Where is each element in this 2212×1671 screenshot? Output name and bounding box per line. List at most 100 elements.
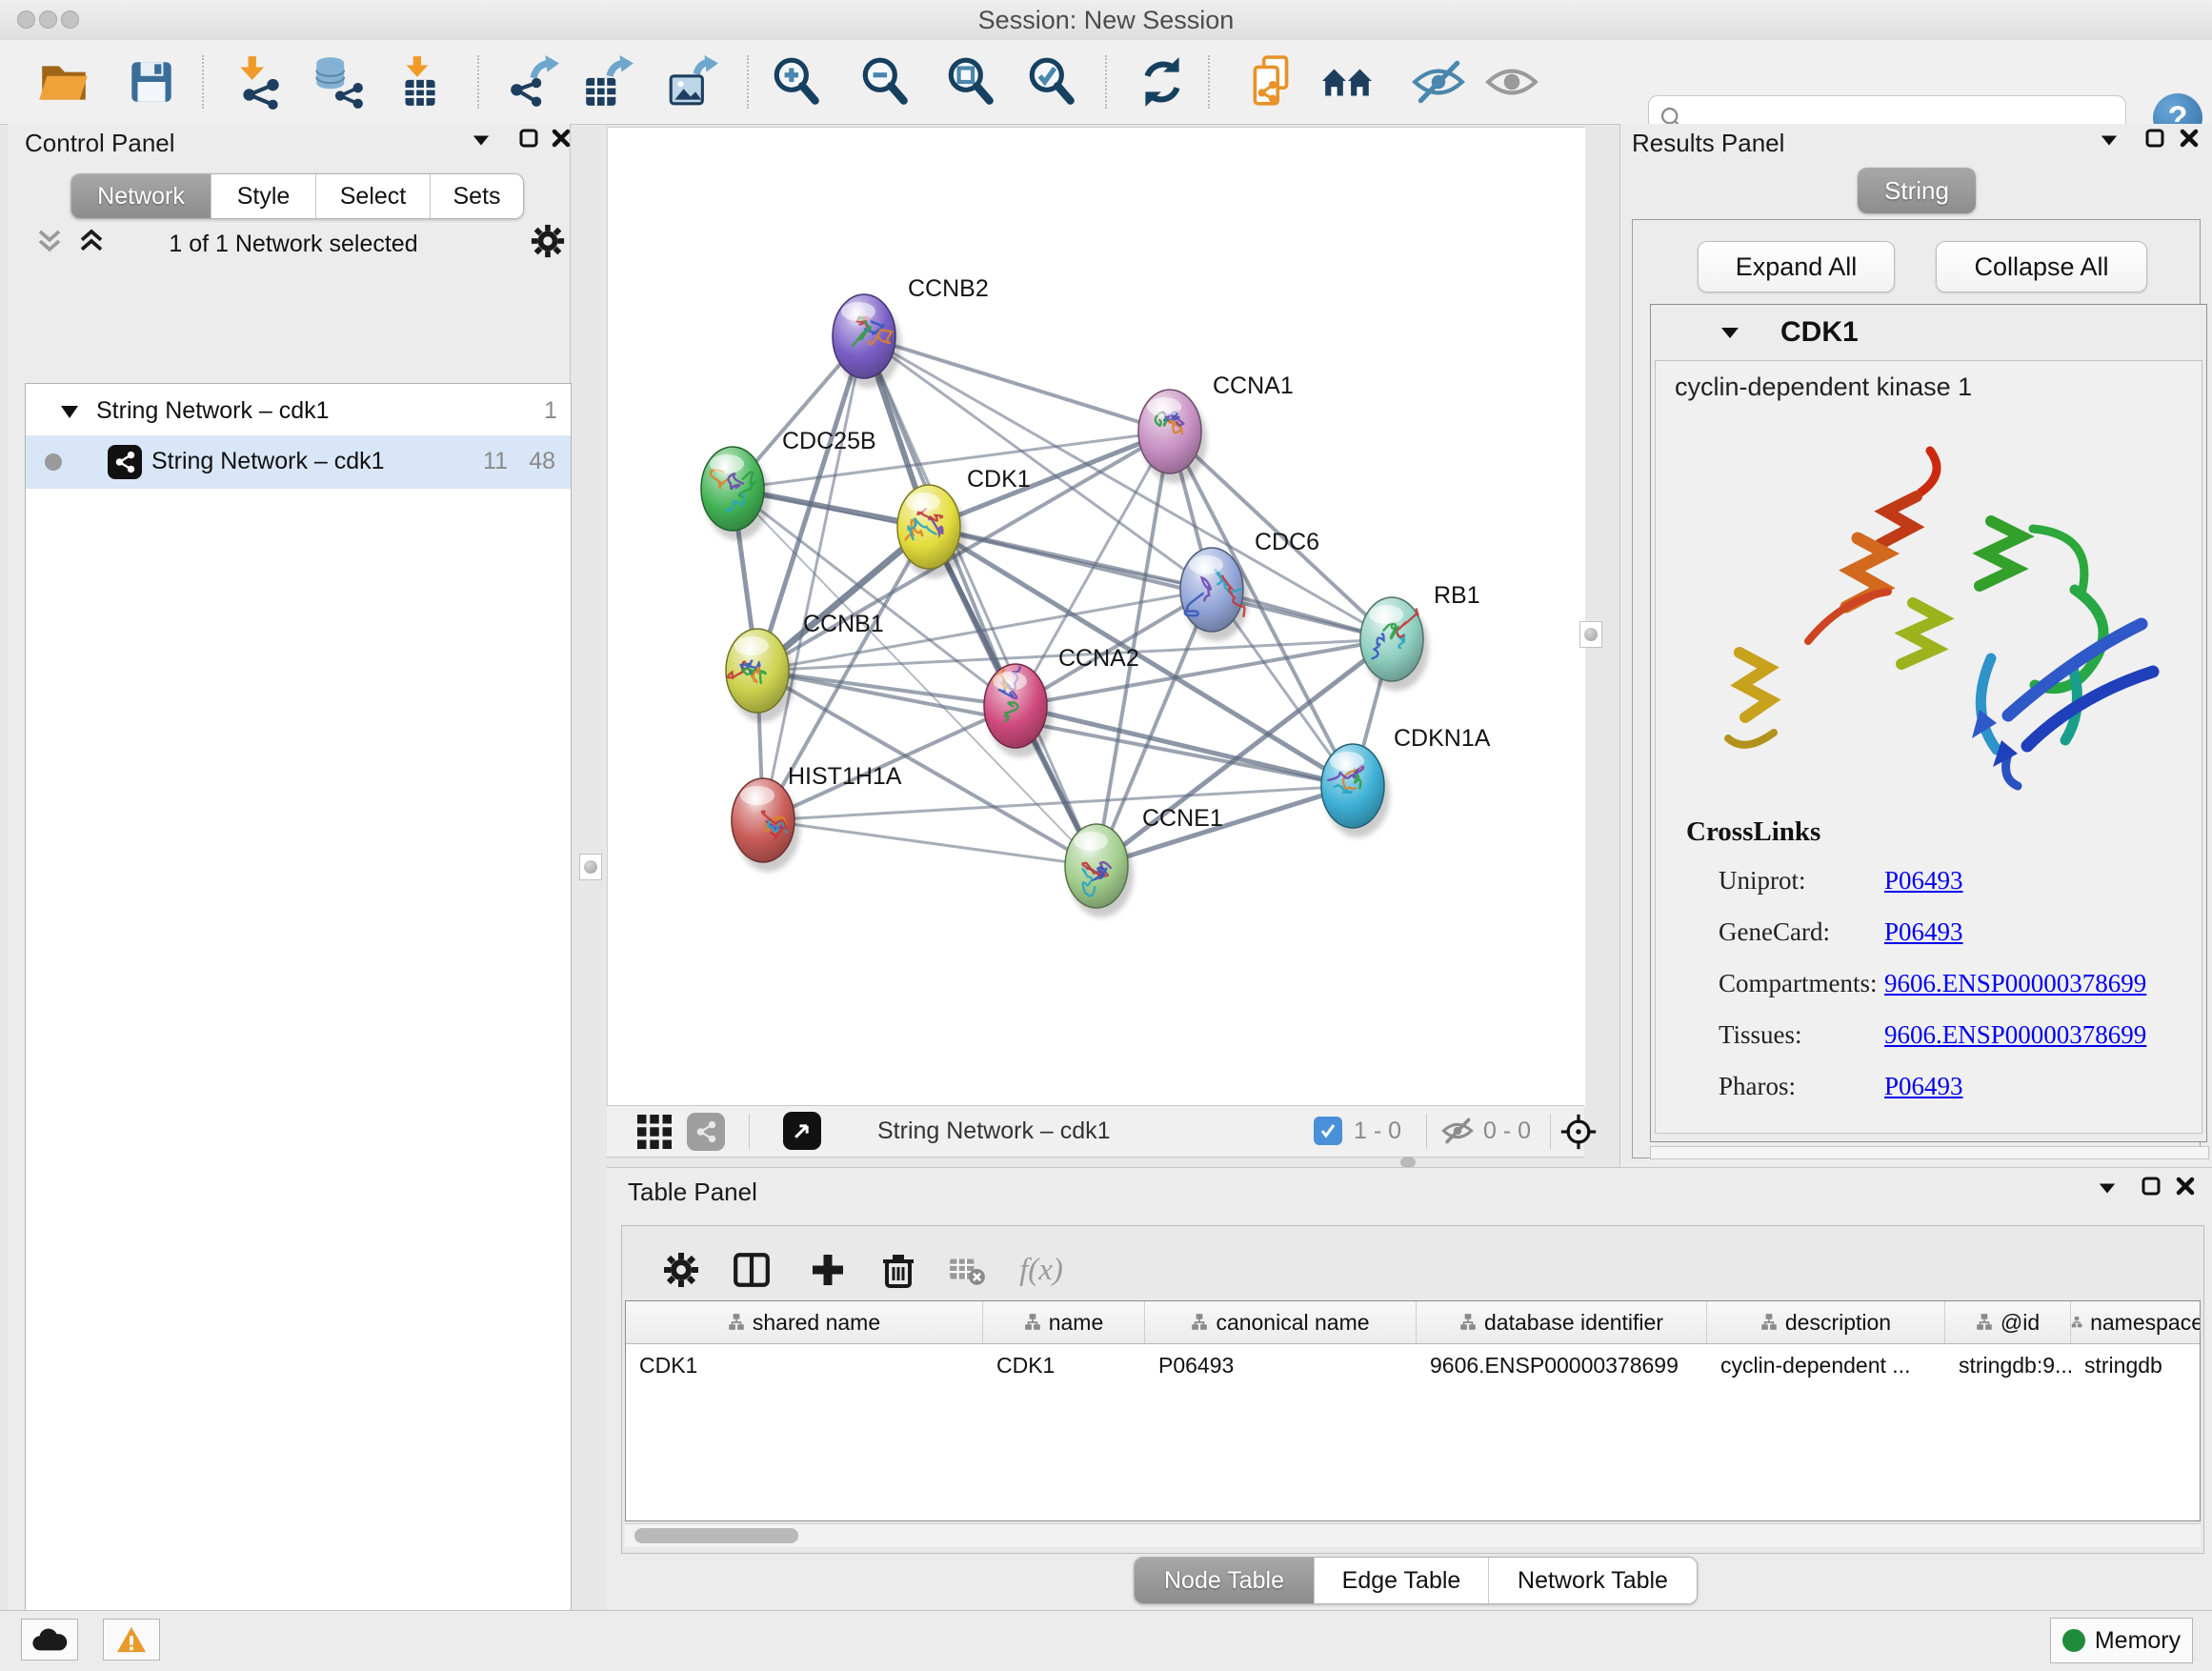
import-table-from-file-button[interactable] — [389, 51, 450, 112]
left-splitter-handle[interactable] — [579, 854, 602, 880]
column-header-canonical-name[interactable]: canonical name — [1145, 1301, 1417, 1343]
refresh-icon — [1135, 54, 1190, 110]
table-cell[interactable]: stringdb — [2071, 1344, 2201, 1387]
column-header--id[interactable]: @id — [1945, 1301, 2071, 1343]
crosslink-value-link[interactable]: P06493 — [1884, 866, 1963, 896]
tab-style[interactable]: Style — [211, 174, 316, 218]
import-network-icon — [232, 54, 288, 110]
table-panel-menu-button[interactable] — [2095, 1176, 2120, 1200]
node-CCNB1[interactable] — [726, 629, 794, 722]
table-cell[interactable]: CDK1 — [626, 1344, 983, 1387]
results-panel-menu-button[interactable] — [2097, 128, 2122, 152]
delete-column-button[interactable] — [875, 1247, 921, 1293]
table-horizontal-scrollbar[interactable] — [625, 1523, 2201, 1547]
table-panel-float-button[interactable] — [2139, 1174, 2163, 1198]
control-panel-float-button[interactable] — [516, 126, 541, 151]
column-header-description[interactable]: description — [1707, 1301, 1945, 1343]
column-header-database-identifier[interactable]: database identifier — [1417, 1301, 1707, 1343]
column-header-namespace[interactable]: namespace — [2071, 1301, 2201, 1343]
cloud-status-button[interactable] — [21, 1619, 78, 1661]
tab-network-table[interactable]: Network Table — [1489, 1558, 1697, 1603]
table-cell[interactable]: CDK1 — [983, 1344, 1145, 1387]
node-RB1[interactable] — [1360, 597, 1429, 691]
function-builder-button[interactable]: f(x) — [1018, 1247, 1064, 1293]
add-column-button[interactable] — [805, 1247, 851, 1293]
tab-network[interactable]: Network — [71, 174, 211, 218]
control-panel-menu-button[interactable] — [469, 128, 493, 152]
protein-card-header[interactable]: CDK1 — [1651, 305, 2206, 360]
save-session-button[interactable] — [121, 51, 182, 112]
network-options-button[interactable] — [530, 223, 566, 264]
column-header-name[interactable]: name — [983, 1301, 1145, 1343]
edge-CCNB2-CCNA1[interactable] — [864, 336, 1170, 432]
expand-all-networks-button[interactable] — [76, 227, 107, 260]
results-horizontal-scrollbar[interactable] — [1650, 1146, 2209, 1159]
crosslink-label: Compartments: — [1719, 969, 1877, 998]
table-settings-button[interactable] — [658, 1247, 704, 1293]
node-CCNB2[interactable] — [833, 294, 901, 388]
table-cell[interactable]: cyclin-dependent ... — [1707, 1344, 1945, 1387]
detach-view-button[interactable] — [783, 1112, 821, 1150]
fit-content-button[interactable] — [940, 51, 1001, 112]
export-image-button[interactable] — [662, 51, 723, 112]
right-splitter-handle[interactable] — [1579, 621, 1602, 648]
scrollbar-thumb[interactable] — [634, 1528, 798, 1543]
manage-columns-button[interactable] — [729, 1247, 774, 1293]
edge-CDC25B-CDC6[interactable] — [733, 489, 1212, 590]
delete-table-button[interactable] — [944, 1247, 990, 1293]
warnings-button[interactable] — [103, 1619, 160, 1661]
zoom-selected-button[interactable] — [1021, 51, 1082, 112]
memory-button[interactable]: Memory — [2050, 1618, 2193, 1663]
results-panel-float-button[interactable] — [2142, 126, 2167, 151]
table-cell[interactable]: P06493 — [1145, 1344, 1417, 1387]
node-CCNE1[interactable] — [1065, 824, 1134, 917]
results-tab-string[interactable]: String — [1858, 168, 1976, 213]
import-network-from-file-button[interactable] — [230, 51, 291, 112]
table-panel-close-button[interactable] — [2173, 1174, 2198, 1198]
zoom-in-button[interactable] — [766, 51, 827, 112]
node-HIST1H1A[interactable] — [732, 778, 800, 872]
tab-select[interactable]: Select — [316, 174, 431, 218]
expand-all-button[interactable]: Expand All — [1698, 241, 1895, 292]
column-header-shared-name[interactable]: shared name — [626, 1301, 983, 1343]
crosslink-value-link[interactable]: P06493 — [1884, 917, 1963, 947]
string-view-button[interactable] — [687, 1113, 725, 1151]
import-network-from-database-button[interactable] — [308, 51, 369, 112]
show-all-button[interactable] — [1317, 51, 1378, 112]
tab-node-table[interactable]: Node Table — [1135, 1558, 1315, 1603]
table-cell[interactable]: 9606.ENSP00000378699 — [1417, 1344, 1707, 1387]
crosslink-value-link[interactable]: 9606.ENSP00000378699 — [1884, 1020, 2146, 1050]
export-table-button[interactable] — [577, 51, 638, 112]
edge-CDK1-CCNA1[interactable] — [929, 432, 1170, 527]
network-canvas[interactable]: CCNB2CCNA1CDC25BCDK1CDC6RB1CCNB1CCNA2CDK… — [608, 128, 1585, 1106]
network-row-selected[interactable]: String Network – cdk1 11 48 — [26, 435, 571, 489]
tab-sets[interactable]: Sets — [431, 174, 523, 218]
hide-selected-button[interactable] — [1408, 51, 1469, 112]
open-session-button[interactable] — [33, 51, 94, 112]
crosslink-value-link[interactable]: P06493 — [1884, 1072, 1963, 1101]
birdseye-view-button[interactable] — [637, 1115, 672, 1154]
column-header-label: namespace — [2090, 1310, 2201, 1336]
table-row[interactable]: CDK1CDK1P064939606.ENSP00000378699cyclin… — [626, 1344, 2200, 1387]
center-view-button[interactable] — [1559, 1113, 1598, 1156]
collapse-all-networks-button[interactable] — [34, 227, 65, 260]
apply-preferred-layout-button[interactable] — [1132, 51, 1193, 112]
protein-card: CDK1 cyclin-dependent kinase 1 — [1650, 304, 2207, 1142]
show-graphics-details-button[interactable] — [1481, 51, 1542, 112]
node-CDKN1A[interactable] — [1321, 744, 1390, 837]
tab-edge-table[interactable]: Edge Table — [1315, 1558, 1489, 1603]
results-panel-close-button[interactable] — [2177, 126, 2202, 151]
table-cell[interactable]: stringdb:9... — [1945, 1344, 2071, 1387]
node-CDC25B[interactable] — [701, 447, 770, 540]
zoom-out-button[interactable] — [855, 51, 915, 112]
clone-network-button[interactable] — [1241, 51, 1302, 112]
export-network-button[interactable] — [503, 51, 564, 112]
control-panel-close-button[interactable] — [549, 126, 573, 151]
crosslink-value-link[interactable]: 9606.ENSP00000378699 — [1884, 969, 2146, 998]
node-CCNA2[interactable] — [984, 664, 1053, 757]
selected-checkbox[interactable] — [1314, 1117, 1342, 1145]
edge-CCNB2-RB1[interactable] — [864, 336, 1392, 639]
edge-CCNE1-HIST1H1A[interactable] — [763, 820, 1096, 866]
collapse-all-button[interactable]: Collapse All — [1936, 241, 2147, 292]
network-collection-row[interactable]: String Network – cdk1 1 — [26, 388, 571, 435]
